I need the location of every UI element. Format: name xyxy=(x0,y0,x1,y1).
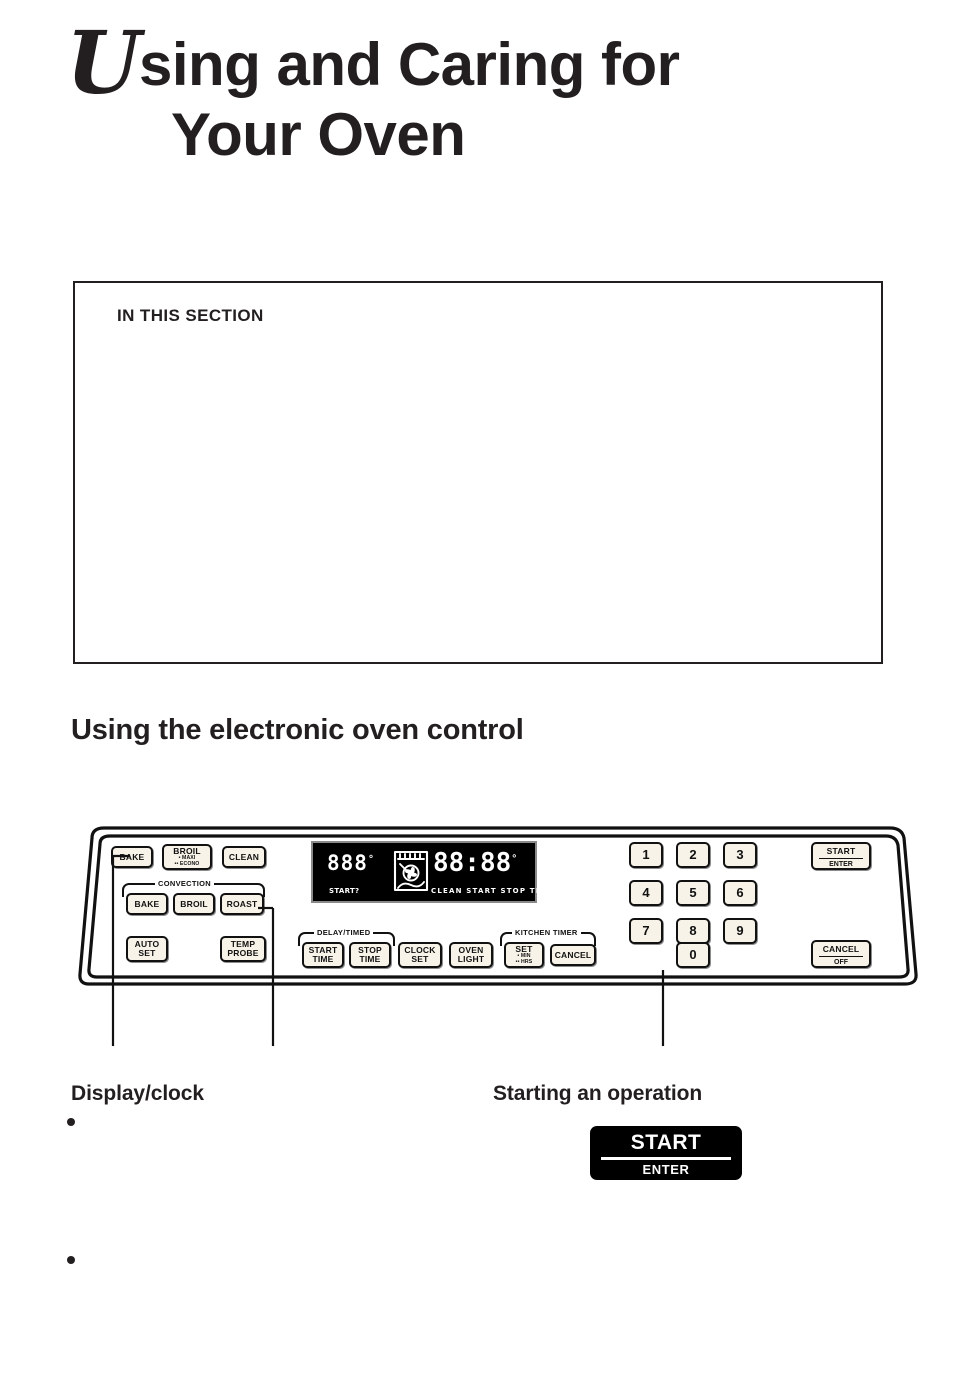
start-enter-button-illustration[interactable]: START ENTER xyxy=(590,1126,742,1180)
display-temperature: 888° xyxy=(327,851,375,875)
keypad-0-button[interactable]: 0 xyxy=(676,942,710,968)
convection-fan-icon xyxy=(393,850,429,892)
cancel-off-button[interactable]: CANCEL OFF xyxy=(811,940,871,968)
cancel-off-divider xyxy=(819,956,863,957)
keypad-3-button[interactable]: 3 xyxy=(723,842,757,868)
caption-starting-an-operation: Starting an operation xyxy=(493,1082,703,1105)
keypad-5-button[interactable]: 5 xyxy=(676,880,710,906)
start-enter-divider xyxy=(819,858,863,859)
oven-control-panel: BAKE BROIL • MAXI •• ECONO CLEAN CONVECT… xyxy=(78,824,918,994)
display-indicator-labels: CLEAN START STOP TIMER xyxy=(431,887,561,895)
display-start-prompt: START? xyxy=(329,887,360,895)
convection-group-label: CONVECTION xyxy=(155,879,215,888)
kitchen-timer-cancel-button[interactable]: CANCEL xyxy=(550,944,596,966)
keypad-2-button[interactable]: 2 xyxy=(676,842,710,868)
page-title-line-1-text: sing and Caring for xyxy=(139,31,680,98)
in-this-section-heading: IN THIS SECTION xyxy=(117,306,264,325)
section-heading: Using the electronic oven control xyxy=(71,714,524,746)
keypad-4-button[interactable]: 4 xyxy=(629,880,663,906)
display-clock-bullet-2 xyxy=(67,1256,75,1264)
start-enter-button[interactable]: START ENTER xyxy=(811,842,871,870)
broil-button[interactable]: BROIL • MAXI •• ECONO xyxy=(162,844,212,870)
keypad-1-button[interactable]: 1 xyxy=(629,842,663,868)
display-clock-bullet-1 xyxy=(67,1118,75,1126)
oven-light-button[interactable]: OVEN LIGHT xyxy=(449,942,493,968)
page-title: Using and Caring for Your Oven xyxy=(66,21,886,170)
page-title-line-2: Your Oven xyxy=(171,101,466,168)
start-label: START xyxy=(630,1130,702,1154)
keypad-7-button[interactable]: 7 xyxy=(629,918,663,944)
bake-button[interactable]: BAKE xyxy=(111,846,153,868)
page-title-line-1: Using and Caring for xyxy=(66,21,886,107)
enter-label: ENTER xyxy=(642,1161,690,1177)
in-this-section-box: IN THIS SECTION xyxy=(73,281,883,664)
callout-leader-lines xyxy=(111,854,665,1046)
caption-display-clock: Display/clock xyxy=(71,1082,204,1105)
clock-set-button[interactable]: CLOCK SET xyxy=(398,942,442,968)
clean-button[interactable]: CLEAN xyxy=(222,846,266,868)
temp-probe-button[interactable]: TEMP PROBE xyxy=(220,936,266,962)
keypad-8-button[interactable]: 8 xyxy=(676,918,710,944)
kitchen-timer-group-label: KITCHEN TIMER xyxy=(512,928,581,937)
keypad-9-button[interactable]: 9 xyxy=(723,918,757,944)
drop-cap-letter: U xyxy=(66,13,141,114)
auto-set-button[interactable]: AUTO SET xyxy=(126,936,168,962)
keypad-6-button[interactable]: 6 xyxy=(723,880,757,906)
oven-display: 888° 88:88° START? CLEAN START STOP TIME… xyxy=(311,841,559,903)
start-enter-divider xyxy=(600,1156,732,1160)
display-clock: 88:88° xyxy=(433,848,518,878)
delay-timed-group-label: DELAY/TIMED xyxy=(314,928,374,937)
